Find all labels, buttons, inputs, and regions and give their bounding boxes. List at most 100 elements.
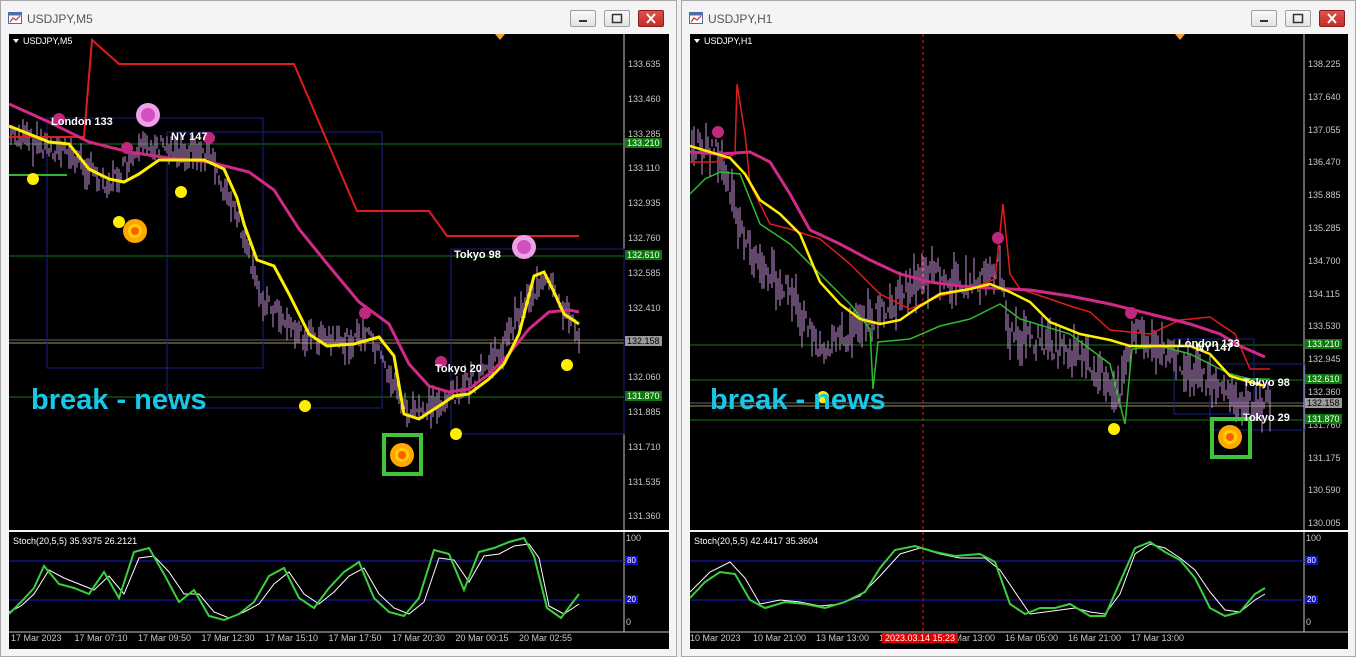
stoch-level-tag: 80: [625, 556, 638, 565]
price-axis-tick: 132.060: [628, 372, 661, 383]
session-label-ny: NY 147: [171, 131, 208, 143]
price-axis-tick: 134.115: [1308, 288, 1340, 299]
minimize-button[interactable]: [1251, 10, 1277, 27]
price-axis-tick: 132.410: [628, 302, 661, 313]
price-axis-tick: 135.885: [1308, 190, 1341, 201]
price-axis-tick: 132.935: [628, 198, 661, 209]
session-label-london: London 133: [51, 116, 113, 128]
current-price-tag: 132.158: [1305, 398, 1342, 408]
crosshair-time-tag: 2023.03.14 15:23: [882, 633, 959, 643]
chart-window-m5[interactable]: USDJPY,M5 USDJPY,M5 break - news London …: [0, 0, 677, 657]
price-chart-area[interactable]: USDJPY,M5 break - news London 133 NY 147…: [9, 34, 669, 530]
time-axis-label: 17 Mar 20:30: [392, 633, 446, 643]
price-tag: 133.210: [625, 138, 662, 148]
price-axis-tick: 131.360: [628, 511, 661, 522]
time-axis-label: 20 Mar 02:55: [519, 633, 573, 643]
price-chart-svg: [9, 34, 625, 530]
time-axis-label: 17 Mar 12:30: [201, 633, 255, 643]
price-tag: 131.870: [625, 391, 662, 401]
minimize-button[interactable]: [570, 10, 596, 27]
price-axis-tick: 132.360: [1308, 387, 1341, 397]
window-titlebar[interactable]: USDJPY,M5: [1, 1, 676, 35]
price-axis-tick: 138.225: [1308, 59, 1341, 69]
window-title: USDJPY,M5: [27, 12, 93, 26]
chart-window-icon: [689, 12, 703, 24]
stoch-level: 100: [1306, 533, 1322, 543]
price-tag: 132.610: [625, 250, 662, 260]
stochastic-label: Stoch(20,5,5) 42.4417 35.3604: [694, 536, 819, 546]
price-axis-tick: 131.175: [1308, 452, 1341, 463]
chart-shift-marker: [495, 34, 505, 40]
time-axis-label: 10 Mar 21:00: [753, 633, 807, 643]
price-axis-tick: 136.470: [1308, 157, 1341, 168]
time-axis-label: 17 Mar 09:50: [138, 633, 192, 643]
current-price-tag: 132.158: [625, 336, 662, 346]
price-axis-tick: 130.005: [1308, 518, 1341, 529]
price-axis-tick: 132.585: [628, 267, 661, 278]
star-marker-pink: [512, 235, 536, 259]
chart-symbol-label[interactable]: USDJPY,M5: [13, 36, 72, 46]
time-axis-label: 17 Mar 17:50: [328, 633, 382, 643]
break-news-banner: break - news: [31, 384, 207, 416]
time-axis-label: 13 Mar 13:00: [816, 633, 870, 643]
price-axis-tick: 133.635: [628, 59, 661, 69]
time-axis-label: 20 Mar 00:15: [455, 633, 509, 643]
price-axis-tick: 133.460: [628, 93, 661, 104]
price-tag: 133.210: [1305, 339, 1342, 349]
time-axis-label: 16 Mar 05:00: [1005, 633, 1059, 643]
session-label-tokyo-2: Tokyo 29: [1243, 412, 1290, 424]
stoch-level: 0: [626, 617, 632, 627]
price-axis-tick: 137.055: [1308, 124, 1341, 135]
price-axis-tick: 137.640: [1308, 91, 1341, 102]
maximize-button[interactable]: [604, 10, 630, 27]
stochastic-svg: [690, 532, 1348, 633]
stochastic-subwindow[interactable]: Stoch(20,5,5) 35.9375 26.2121 100 80 20 …: [9, 532, 669, 649]
ma-red-line: [9, 37, 579, 237]
stochastic-svg: [9, 532, 669, 633]
highlight-box: [382, 433, 423, 476]
chart-window-icon: [8, 12, 22, 24]
maximize-button[interactable]: [1285, 10, 1311, 27]
price-axis-tick: 133.530: [1308, 321, 1341, 332]
session-label-ny: NY 147: [1196, 342, 1233, 354]
price-axis-tick: 134.700: [1308, 255, 1341, 266]
session-label-tokyo-2: Tokyo 20: [435, 363, 482, 375]
price-axis-tick: 130.590: [1308, 485, 1341, 496]
ma-slow-line: [690, 150, 1266, 359]
price-axis-tick: 133.110: [628, 163, 660, 174]
price-axis-tick: 131.710: [628, 441, 661, 452]
time-axis-label: 10 Mar 2023: [690, 633, 741, 643]
sun-marker-orange: [123, 219, 147, 243]
chart-symbol-label[interactable]: USDJPY,H1: [694, 36, 752, 46]
time-axis-label: 16 Mar 21:00: [1068, 633, 1122, 643]
time-axis-label: 17 Mar 13:00: [1131, 633, 1185, 643]
ma-red-line: [690, 83, 1270, 370]
price-tag: 131.870: [1305, 414, 1342, 424]
candlestick-series: [10, 119, 580, 429]
price-axis-tick: 135.285: [1308, 223, 1341, 233]
close-button[interactable]: [1319, 10, 1345, 27]
session-label-tokyo: Tokyo 98: [454, 249, 501, 261]
price-tag: 132.610: [1305, 374, 1342, 384]
stoch-level: 100: [626, 533, 642, 543]
price-axis-tick: 132.945: [1308, 354, 1341, 365]
stoch-level-tag: 80: [1305, 556, 1318, 565]
break-news-banner: break - news: [710, 384, 886, 416]
session-label-tokyo: Tokyo 98: [1243, 377, 1290, 389]
window-titlebar[interactable]: USDJPY,H1: [682, 1, 1355, 35]
star-marker-pink: [136, 103, 160, 127]
stoch-level-tag: 20: [1305, 595, 1318, 604]
stochastic-label: Stoch(20,5,5) 35.9375 26.2121: [13, 536, 138, 546]
stoch-level-tag: 20: [625, 595, 638, 604]
chart-window-h1[interactable]: USDJPY,H1 USDJPY,H1 break - news London …: [681, 0, 1356, 657]
stoch-level: 0: [1306, 617, 1312, 627]
time-axis-label: 17 Mar 15:10: [265, 633, 319, 643]
stochastic-subwindow[interactable]: Stoch(20,5,5) 42.4417 35.3604 100 80 20 …: [690, 532, 1348, 649]
time-axis-label: 17 Mar 2023: [11, 633, 62, 643]
price-axis-tick: 131.885: [628, 407, 661, 417]
ma-fast-line: [690, 144, 1266, 388]
price-chart-area[interactable]: USDJPY,H1 break - news London 133 NY 147…: [690, 34, 1348, 530]
price-axis-tick: 131.535: [628, 476, 661, 487]
window-title: USDJPY,H1: [708, 12, 773, 26]
close-button[interactable]: [638, 10, 664, 27]
